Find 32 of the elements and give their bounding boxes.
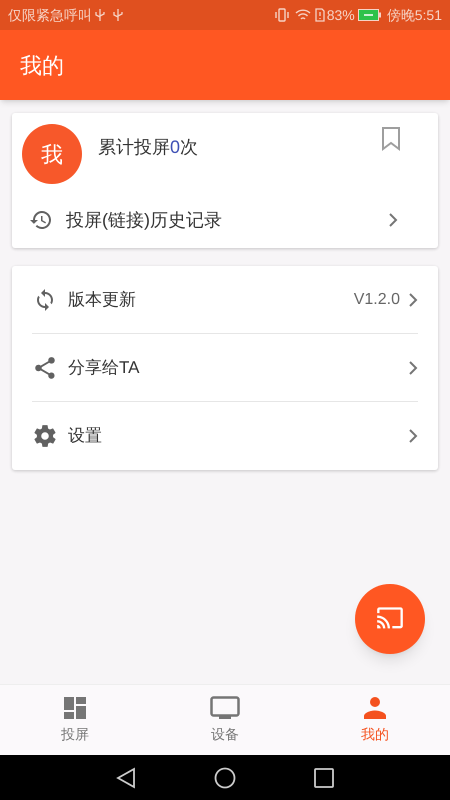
bookmark-icon[interactable] xyxy=(381,127,401,151)
nav-tab[interactable]: 投屏 xyxy=(0,685,150,755)
page-title: 我的 xyxy=(20,52,64,80)
usb-icon xyxy=(113,8,123,22)
carrier-text: 仅限紧急呼叫 xyxy=(8,6,92,24)
monitor-icon xyxy=(210,696,240,720)
menu-item[interactable]: 分享给TA xyxy=(32,334,418,402)
chevron-right-icon xyxy=(408,360,418,376)
usb-icon xyxy=(95,8,105,22)
clock-text: 傍晚5:51 xyxy=(386,6,442,24)
menu-item[interactable]: 版本更新 V1.2.0 xyxy=(32,266,418,334)
battery-icon xyxy=(358,9,382,21)
home-icon[interactable] xyxy=(214,766,236,788)
cast-icon xyxy=(376,607,404,631)
chevron-right-icon xyxy=(388,212,398,228)
battery-percent: 83% xyxy=(326,6,355,24)
dashboard-icon xyxy=(63,696,87,720)
cast-count-text: 累计投屏0次 xyxy=(98,136,198,158)
avatar: 我 xyxy=(22,124,82,184)
vibrate-icon xyxy=(274,8,290,22)
back-icon[interactable] xyxy=(116,766,136,788)
history-row[interactable]: 投屏(链接)历史记录 xyxy=(12,195,438,245)
nav-tab[interactable]: 设备 xyxy=(150,685,300,755)
wifi-icon xyxy=(294,8,311,22)
menu-item[interactable]: 设置 xyxy=(32,402,418,470)
chevron-right-icon xyxy=(408,428,418,444)
history-icon xyxy=(28,208,54,232)
recents-icon[interactable] xyxy=(314,768,334,788)
chevron-right-icon xyxy=(408,292,418,308)
settings-icon xyxy=(32,423,58,449)
person-icon xyxy=(363,696,387,720)
sim-icon xyxy=(314,8,325,22)
